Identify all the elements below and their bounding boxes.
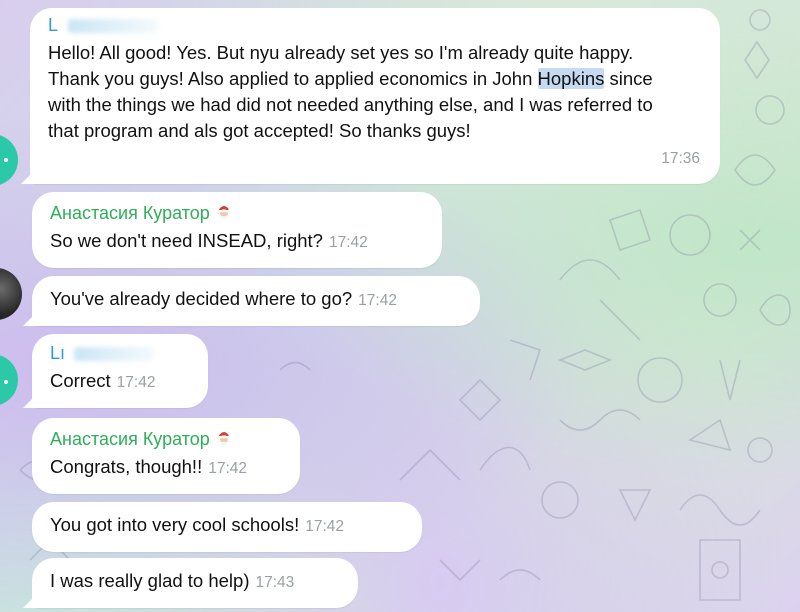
teal-avatar-icon[interactable]	[0, 134, 18, 186]
message-bubble[interactable]: L Hello! All good! Yes. But nyu already …	[30, 8, 720, 184]
sender-name[interactable]: L	[48, 14, 702, 36]
message-time: 17:36	[661, 150, 700, 167]
message-text: You got into very cool schools!	[50, 514, 300, 535]
message-bubble[interactable]: Анастасия Куратор Congrats, though!! 17:4…	[32, 418, 300, 494]
message-text: You've already decided where to go?	[50, 288, 353, 309]
message-time: 17:42	[358, 292, 397, 309]
message-time: 17:43	[255, 574, 295, 591]
santa-emoji-icon	[214, 428, 234, 448]
message-time: 17:42	[328, 234, 368, 251]
message-time: 17:42	[208, 460, 248, 477]
message-text: Correct	[50, 370, 111, 391]
message-text: Congrats, though!!	[50, 456, 203, 477]
message-bubble[interactable]: Анастасия Куратор So we don't need INSEA…	[32, 192, 442, 268]
message-text: Hello! All good! Yes. But nyu already se…	[48, 42, 653, 141]
sender-name[interactable]: Lı	[50, 342, 190, 364]
message-time: 17:42	[305, 518, 345, 535]
message-text: So we don't need INSEAD, right?	[50, 230, 323, 251]
sender-name[interactable]: Анастасия Куратор	[50, 428, 282, 450]
message-time: 17:42	[116, 374, 156, 391]
message-bubble[interactable]: You've already decided where to go? 17:42	[32, 276, 480, 326]
teal-avatar-icon[interactable]	[0, 354, 18, 406]
photo-avatar-icon[interactable]	[0, 268, 22, 320]
message-bubble[interactable]: I was really glad to help) 17:43	[32, 558, 358, 608]
message-text: I was really glad to help)	[50, 570, 250, 591]
highlighted-text: Hopkins	[537, 68, 605, 89]
santa-emoji-icon	[214, 202, 234, 222]
message-bubble[interactable]: Lı Correct 17:42	[32, 334, 208, 408]
sender-name[interactable]: Анастасия Куратор	[50, 202, 424, 224]
message-bubble[interactable]: You got into very cool schools! 17:42	[32, 502, 422, 552]
